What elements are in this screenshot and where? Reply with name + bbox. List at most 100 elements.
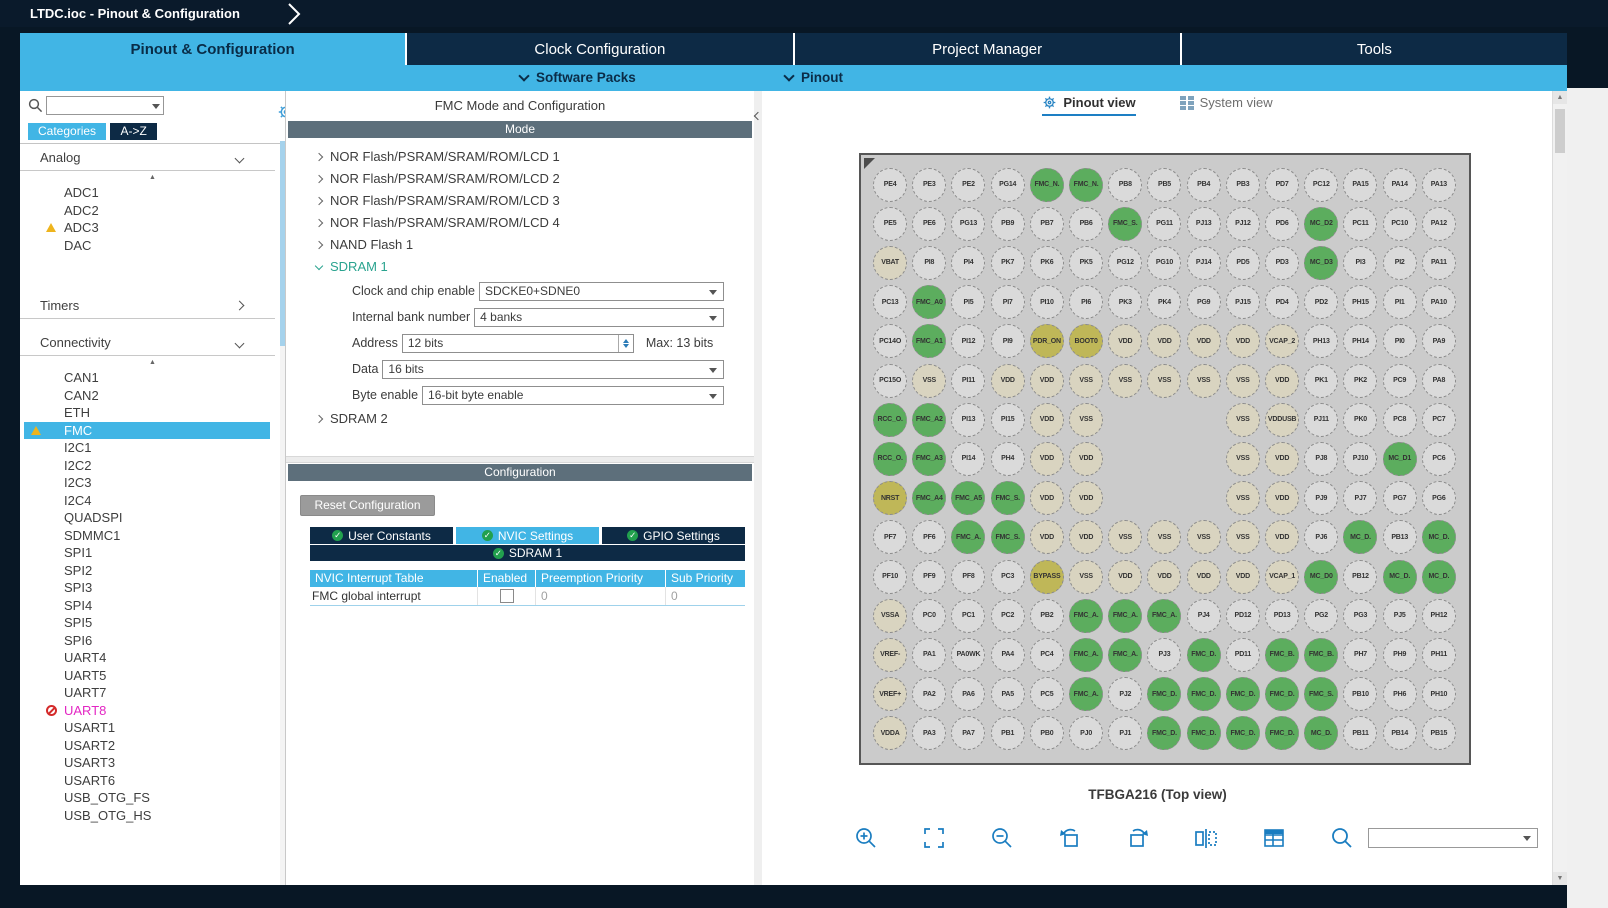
- mode-item-nor-flash-psram-sram-rom-lcd-4[interactable]: NOR Flash/PSRAM/SRAM/ROM/LCD 4: [286, 212, 754, 234]
- pin-fmc-d[interactable]: FMC_D.: [1186, 716, 1221, 751]
- pin-pf9[interactable]: PF9: [912, 559, 947, 594]
- pin-vdd[interactable]: VDD: [1029, 481, 1064, 516]
- pin-mc-d3[interactable]: MC_D3: [1304, 245, 1339, 280]
- pin-pc2[interactable]: PC2: [990, 598, 1025, 633]
- mode-item-nor-flash-psram-sram-rom-lcd-3[interactable]: NOR Flash/PSRAM/SRAM/ROM/LCD 3: [286, 190, 754, 212]
- pin-vref[interactable]: VREF+: [873, 677, 908, 712]
- sidebar-item-uart7[interactable]: UART7: [20, 684, 270, 702]
- config-tab-gpio-settings[interactable]: ✓ GPIO Settings: [602, 527, 745, 544]
- category-analog[interactable]: Analog: [20, 146, 275, 171]
- pin-fmc-s[interactable]: FMC_S.: [990, 520, 1025, 555]
- tab-pinout-view[interactable]: Pinout view: [1042, 95, 1136, 116]
- spinner-up-icon[interactable]: [622, 336, 629, 343]
- pin-fmc-s[interactable]: FMC_S.: [1108, 206, 1143, 241]
- pin-pc3[interactable]: PC3: [990, 559, 1025, 594]
- mode-item-nand-flash-1[interactable]: NAND Flash 1: [286, 234, 754, 256]
- mode-item-sdram-1[interactable]: SDRAM 1: [286, 256, 754, 278]
- pin-pc8[interactable]: PC8: [1382, 402, 1417, 437]
- collapse-panel-icon[interactable]: [753, 111, 763, 121]
- sidebar-item-uart8[interactable]: UART8: [20, 702, 270, 720]
- sidebar-item-adc3[interactable]: ADC3: [20, 219, 270, 237]
- pin-vcap-2[interactable]: VCAP_2: [1265, 324, 1300, 359]
- pin-pa10[interactable]: PA10: [1421, 285, 1456, 320]
- flip-view-icon[interactable]: [1194, 826, 1218, 850]
- pin-mc-d[interactable]: MC_D.: [1343, 520, 1378, 555]
- sidebar-item-can2[interactable]: CAN2: [20, 387, 270, 405]
- pin-vss[interactable]: VSS: [1186, 363, 1221, 398]
- pin-fmc-a[interactable]: FMC_A.: [1147, 598, 1182, 633]
- config-tab-nvic-settings[interactable]: ✓ NVIC Settings: [456, 527, 599, 544]
- sidebar-item-uart5[interactable]: UART5: [20, 667, 270, 685]
- pin-vdda[interactable]: VDDA: [873, 716, 908, 751]
- pin-pc6[interactable]: PC6: [1421, 441, 1456, 476]
- category-timers[interactable]: Timers: [20, 294, 275, 319]
- pin-boot0[interactable]: BOOT0: [1069, 324, 1104, 359]
- pin-pa4[interactable]: PA4: [990, 637, 1025, 672]
- sidebar-item-usart6[interactable]: USART6: [20, 772, 270, 790]
- pin-vdd[interactable]: VDD: [1029, 402, 1064, 437]
- pin-vss[interactable]: VSS: [1225, 363, 1260, 398]
- sidebar-item-quadspi[interactable]: QUADSPI: [20, 509, 270, 527]
- sidebar-item-usb-otg-fs[interactable]: USB_OTG_FS: [20, 789, 270, 807]
- pin-fmc-d[interactable]: FMC_D.: [1147, 716, 1182, 751]
- pin-pj6[interactable]: PJ6: [1304, 520, 1339, 555]
- sidebar-item-adc2[interactable]: ADC2: [20, 202, 270, 220]
- pin-pd13[interactable]: PD13: [1265, 598, 1300, 633]
- pin-pg3[interactable]: PG3: [1343, 598, 1378, 633]
- pin-ph15[interactable]: PH15: [1343, 285, 1378, 320]
- pin-fmc-a5[interactable]: FMC_A5: [951, 481, 986, 516]
- pin-fmc-a[interactable]: FMC_A.: [1069, 637, 1104, 672]
- pin-pg9[interactable]: PG9: [1186, 285, 1221, 320]
- pin-vdd[interactable]: VDD: [1108, 324, 1143, 359]
- scroll-up-arrow-icon[interactable]: ▲: [1553, 91, 1567, 104]
- select-internal-bank-number[interactable]: 4 banks: [474, 307, 724, 327]
- sidebar-item-i2c2[interactable]: I2C2: [20, 457, 270, 475]
- tab-categories[interactable]: Categories: [28, 123, 107, 140]
- pin-ph10[interactable]: PH10: [1421, 677, 1456, 712]
- pin-vss[interactable]: VSS: [1108, 520, 1143, 555]
- pin-fmc-b[interactable]: FMC_B.: [1304, 637, 1339, 672]
- config-tab-user-constants[interactable]: ✓ User Constants: [310, 527, 453, 544]
- pin-pi6[interactable]: PI6: [1069, 285, 1104, 320]
- scroll-up-icon[interactable]: ▲: [20, 356, 285, 369]
- pin-mc-d1[interactable]: MC_D1: [1382, 441, 1417, 476]
- search-input[interactable]: [46, 96, 164, 115]
- pin-pa12[interactable]: PA12: [1421, 206, 1456, 241]
- pin-pj14[interactable]: PJ14: [1186, 245, 1221, 280]
- pin-pi11[interactable]: PI11: [951, 363, 986, 398]
- pin-pc15o[interactable]: PC15O: [873, 363, 908, 398]
- pin-pk6[interactable]: PK6: [1029, 245, 1064, 280]
- pin-fmc-b[interactable]: FMC_B.: [1265, 637, 1300, 672]
- pin-fmc-a[interactable]: FMC_A.: [1108, 637, 1143, 672]
- pin-pc4[interactable]: PC4: [1029, 637, 1064, 672]
- panel-splitter[interactable]: [753, 91, 763, 885]
- pin-pj3[interactable]: PJ3: [1147, 637, 1182, 672]
- vertical-scrollbar[interactable]: ▲ ▼: [1552, 91, 1567, 885]
- pin-vdd[interactable]: VDD: [1265, 481, 1300, 516]
- pin-fmc-a3[interactable]: FMC_A3: [912, 441, 947, 476]
- pin-ph12[interactable]: PH12: [1421, 598, 1456, 633]
- pin-vdd[interactable]: VDD: [1069, 441, 1104, 476]
- pin-rcc-o[interactable]: RCC_O.: [873, 402, 908, 437]
- pin-pk0[interactable]: PK0: [1343, 402, 1378, 437]
- pin-fmc-d[interactable]: FMC_D.: [1186, 637, 1221, 672]
- pin-pb5[interactable]: PB5: [1147, 167, 1182, 202]
- pin-pf7[interactable]: PF7: [873, 520, 908, 555]
- pin-pe4[interactable]: PE4: [873, 167, 908, 202]
- pin-pc9[interactable]: PC9: [1382, 363, 1417, 398]
- horizontal-splitter[interactable]: [286, 456, 754, 463]
- pin-vddusb[interactable]: VDDUSB: [1265, 402, 1300, 437]
- pin-pa11[interactable]: PA11: [1421, 245, 1456, 280]
- pin-pi10[interactable]: PI10: [1029, 285, 1064, 320]
- pin-pd5[interactable]: PD5: [1225, 245, 1260, 280]
- pin-vss[interactable]: VSS: [1186, 520, 1221, 555]
- pin-ph14[interactable]: PH14: [1343, 324, 1378, 359]
- pin-pe2[interactable]: PE2: [951, 167, 986, 202]
- pin-pb12[interactable]: PB12: [1343, 559, 1378, 594]
- pin-pd6[interactable]: PD6: [1265, 206, 1300, 241]
- pin-pb1[interactable]: PB1: [990, 716, 1025, 751]
- pin-nrst[interactable]: NRST: [873, 481, 908, 516]
- pin-pb0[interactable]: PB0: [1029, 716, 1064, 751]
- rotate-clockwise-icon[interactable]: [1126, 826, 1150, 850]
- sidebar-item-usart2[interactable]: USART2: [20, 737, 270, 755]
